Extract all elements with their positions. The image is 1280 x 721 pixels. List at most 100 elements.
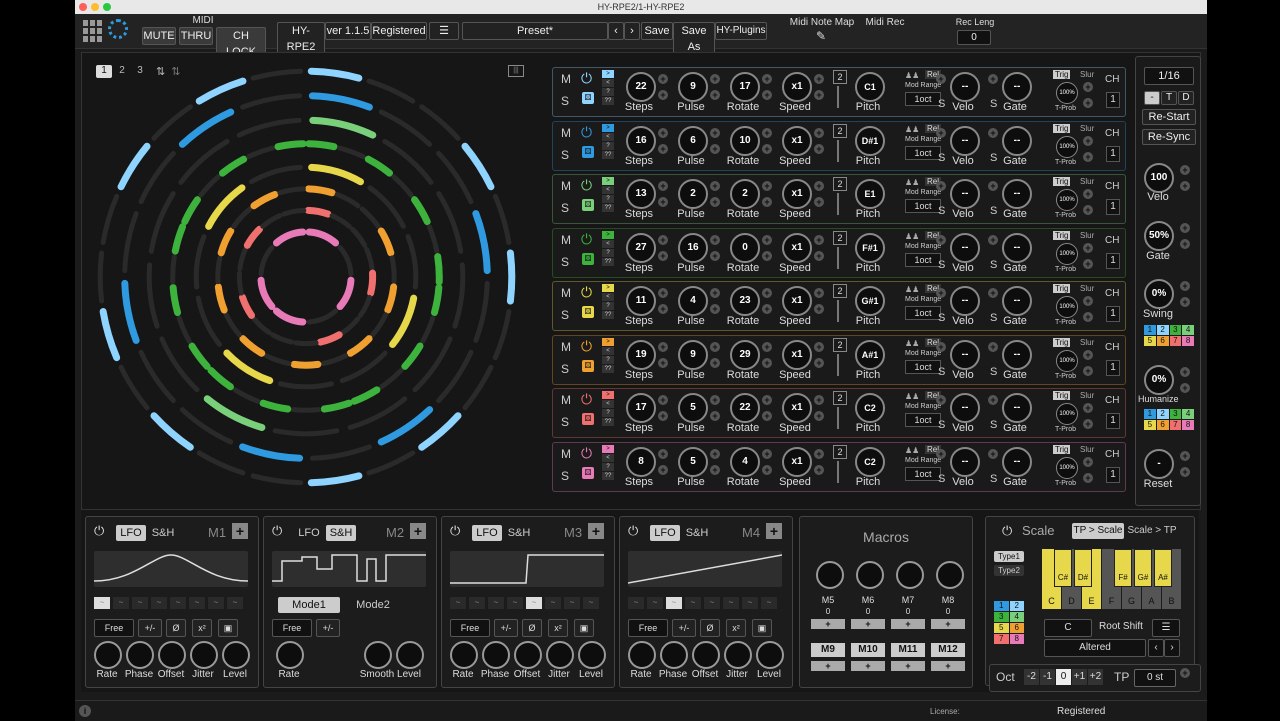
knob-speed[interactable]: x1 [782,232,812,263]
track-select-cell[interactable]: 3 [994,612,1009,622]
gate-mod-plus-icon[interactable]: + [988,127,998,138]
channel-value[interactable]: 1 [1106,306,1120,322]
ring-step[interactable] [258,244,275,277]
ring-step[interactable] [389,294,418,349]
wave-shape-icon[interactable]: ~ [526,597,542,609]
modulator-knob-offset[interactable] [514,641,542,669]
channel-value[interactable]: 1 [1106,252,1120,269]
root-note-select[interactable]: C [1044,619,1092,637]
power-icon[interactable]: ⏻ [1002,523,1012,539]
track-select-cell[interactable]: 8 [1182,336,1194,346]
solo-icon[interactable]: S [938,98,945,110]
solo-toggle[interactable]: S [561,415,569,429]
dice-icon[interactable]: ⚄ [582,199,594,211]
solo-toggle[interactable]: S [561,362,569,376]
random-all-icon[interactable]: ?? [602,418,614,426]
ring-step[interactable] [370,312,389,338]
power-icon[interactable]: ⏻ [581,284,592,301]
ring-step[interactable] [169,284,182,317]
mute-toggle[interactable]: M [561,126,571,140]
macro-add-plus-icon[interactable]: + [931,619,965,629]
ring-step[interactable] [436,191,464,254]
solo-icon[interactable]: S [938,312,945,324]
ring-step[interactable] [118,364,150,411]
resync-button[interactable]: Re-Sync [1142,129,1196,145]
rec-leng-value[interactable]: 0 [957,30,991,45]
wave-shape-icon[interactable]: ~ [704,597,720,609]
channel-value[interactable]: 1 [1106,199,1120,215]
trig-button[interactable]: Trig [1053,284,1071,293]
modulator-knob-smooth[interactable] [364,641,392,669]
ring-step[interactable] [146,262,160,329]
bipolar-button[interactable]: +/- [316,619,340,637]
speed-mod-plus-icon[interactable]: + [814,341,824,352]
ring-step[interactable] [198,174,221,198]
modulator-knob-jitter[interactable] [724,641,752,669]
tprob-mod-plus-icon-2[interactable]: + [1083,312,1093,322]
knob-steps[interactable]: 27 [626,232,656,263]
steps-mod-plus-icon[interactable]: + [658,288,668,298]
speed-mod-plus-icon-2[interactable]: + [814,357,824,368]
modulator-knob-level[interactable] [396,641,424,669]
pulse-mod-plus-icon[interactable]: + [710,181,720,191]
ring-step[interactable] [236,270,244,296]
macro-knob[interactable] [856,561,884,589]
tprob-mod-plus-icon-2[interactable]: + [1083,419,1093,429]
knob-pulse[interactable]: 2 [678,179,708,209]
random-direction-icon[interactable]: ? [602,88,614,96]
track-select-cell[interactable]: 1 [994,601,1009,611]
speed-mod-plus-icon[interactable]: + [814,448,824,459]
global-velo-mod-plus-icon-2[interactable]: + [1180,181,1190,191]
knob-speed[interactable]: x1 [782,125,812,156]
piano-black-key[interactable]: G# [1134,549,1152,587]
pulse-mod-plus-icon[interactable]: + [710,395,720,405]
power-icon[interactable]: ⏻ [94,523,104,539]
piano-black-key[interactable]: F# [1114,549,1132,587]
play-direction-icon[interactable]: > [602,284,614,292]
tprob-mod-plus-icon-2[interactable]: + [1083,365,1093,376]
macro-lower-add-plus-icon[interactable]: + [811,661,845,671]
speed-mod-plus-icon[interactable]: + [814,74,824,84]
pulse-mod-plus-icon-2[interactable]: + [710,411,720,421]
track-select-cell[interactable]: 1 [1144,409,1156,419]
octave-shift-value[interactable]: 2 [833,444,847,459]
octave-shift-value[interactable]: 2 [833,70,847,84]
mute-toggle[interactable]: M [561,286,571,300]
knob-pitch[interactable]: A#1 [855,339,885,370]
mute-toggle[interactable]: M [561,340,571,354]
add-target-plus-icon[interactable]: + [766,523,782,539]
ring-step[interactable] [377,406,434,446]
steps-mod-plus-icon-2[interactable]: + [658,357,668,368]
solo-toggle[interactable]: S [561,255,569,269]
steps-mod-plus-icon[interactable]: + [658,448,668,459]
ring-step[interactable] [391,174,414,198]
save-as-button[interactable]: Save As [673,22,715,56]
ring-step[interactable] [246,145,276,160]
speed-mod-plus-icon[interactable]: + [814,395,824,405]
wave-shape-icon[interactable]: ~ [208,597,224,609]
knob-gate[interactable]: -- [1002,393,1032,423]
track-select-cell[interactable]: 2 [1156,325,1169,335]
slur-button[interactable]: Slur [1080,177,1094,186]
track-select-cell[interactable]: 5 [1144,336,1156,346]
wave-shape-icon[interactable]: ~ [742,597,758,609]
sync-mode-select[interactable]: Free [272,619,312,637]
track-select-cell[interactable]: 6 [1009,623,1024,633]
dice-icon[interactable]: ⚄ [582,413,594,425]
gate-mod-plus-icon[interactable]: + [988,74,998,84]
play-direction-icon[interactable]: > [602,70,614,78]
power-icon[interactable]: ⏻ [581,231,592,248]
knob-pitch[interactable]: E1 [855,179,885,209]
ring-step[interactable] [260,213,283,229]
division-straight-button[interactable]: - [1144,91,1160,105]
type1-button[interactable]: Type1 [994,551,1024,562]
bipolar-button[interactable]: +/- [672,619,696,637]
ring-step[interactable] [492,309,512,361]
modulator-knob-rate[interactable] [276,641,304,669]
ring-step[interactable] [366,78,416,104]
modulator-knob-level[interactable] [756,641,784,669]
ring-step[interactable] [305,140,338,151]
add-target-plus-icon[interactable]: + [232,523,248,539]
gate-mod-plus-icon[interactable]: + [988,395,998,405]
trig-button[interactable]: Trig [1053,444,1071,454]
